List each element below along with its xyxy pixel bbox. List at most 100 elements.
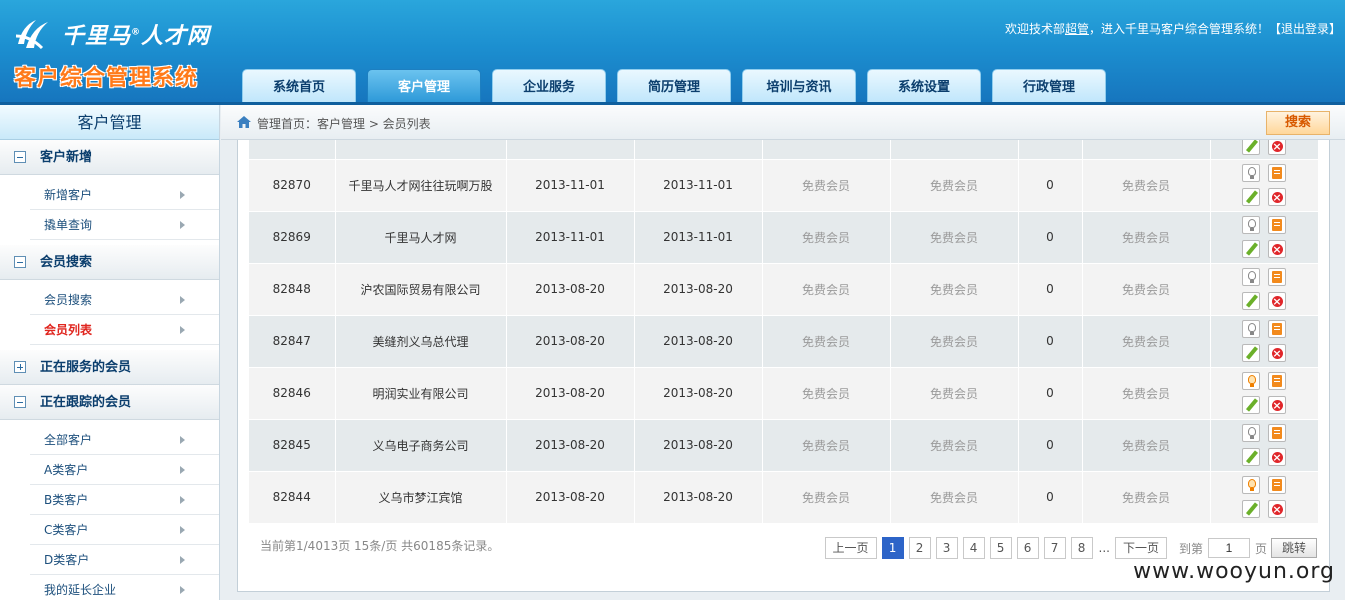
table-cell: 免费会员 <box>890 159 1019 212</box>
logo-text: 千里马®人才网 <box>62 24 211 49</box>
delete-icon[interactable] <box>1268 240 1286 258</box>
page-number-button[interactable]: 8 <box>1070 537 1093 559</box>
tab-administration[interactable]: 行政管理 <box>992 69 1106 103</box>
tab-training-news[interactable]: 培训与资讯 <box>742 69 856 103</box>
notes-icon[interactable] <box>1268 216 1286 234</box>
table-cell: 0 <box>1018 471 1083 523</box>
page-number-button[interactable]: 4 <box>962 537 985 559</box>
sidebar-item-b-customers[interactable]: B类客户 <box>30 485 219 515</box>
tab-system-settings[interactable]: 系统设置 <box>867 69 981 103</box>
tab-resume-management[interactable]: 简历管理 <box>617 69 731 103</box>
sidebar-item-d-customers[interactable]: D类客户 <box>30 545 219 575</box>
sidebar-group-member-search[interactable]: 会员搜索 <box>0 245 219 280</box>
goto-button[interactable]: 跳转 <box>1271 538 1317 558</box>
edit-icon[interactable] <box>1242 396 1260 414</box>
delete-icon[interactable] <box>1268 188 1286 206</box>
table-cell: 0 <box>1018 263 1083 316</box>
notes-icon[interactable] <box>1268 476 1286 494</box>
table-cell: 0 <box>1018 419 1083 472</box>
lightbulb-icon[interactable] <box>1242 216 1260 234</box>
sidebar-group-serving-members[interactable]: 正在服务的会员 <box>0 350 219 385</box>
table-cell: 免费会员 <box>1082 159 1211 212</box>
table-cell: 免费会员 <box>1082 471 1211 523</box>
prev-page-button[interactable]: 上一页 <box>824 537 877 559</box>
table-cell: 免费会员 <box>762 263 891 316</box>
notes-icon[interactable] <box>1268 372 1286 390</box>
table-cell: 82844 <box>249 471 336 523</box>
search-button[interactable]: 搜索 <box>1266 111 1330 135</box>
sidebar-item-c-customers[interactable]: C类客户 <box>30 515 219 545</box>
tab-enterprise-service[interactable]: 企业服务 <box>492 69 606 103</box>
edit-icon[interactable] <box>1242 448 1260 466</box>
table-cell: 82845 <box>249 419 336 472</box>
sidebar-group-add-customer[interactable]: 客户新增 <box>0 140 219 175</box>
delete-icon[interactable] <box>1268 448 1286 466</box>
edit-icon[interactable] <box>1242 344 1260 362</box>
goto-label: 到第 <box>1178 541 1203 556</box>
sidebar-item-add-customer[interactable]: 新增客户 <box>30 180 219 210</box>
sidebar-title: 客户管理 <box>0 105 219 140</box>
notes-icon[interactable] <box>1268 320 1286 338</box>
edit-icon[interactable] <box>1242 240 1260 258</box>
system-name: 客户综合管理系统 <box>14 66 199 91</box>
edit-icon[interactable] <box>1242 292 1260 310</box>
table-row: 82844 义乌市梦江宾馆 2013-08-20 2013-08-20 免费会员 免费会员… <box>249 471 1318 523</box>
sidebar-item-all-customers[interactable]: 全部客户 <box>30 425 219 455</box>
username-link[interactable]: 超管 <box>1065 22 1089 36</box>
page-number-button[interactable]: 7 <box>1043 537 1066 559</box>
home-icon[interactable] <box>237 116 251 128</box>
page-number-button[interactable]: 2 <box>908 537 931 559</box>
page-summary: 当前第1/4013页 15条/页 共60185条记录。 <box>260 539 500 553</box>
table-cell: 免费会员 <box>1082 367 1211 420</box>
table-cell: 0 <box>1018 211 1083 264</box>
lightbulb-icon[interactable] <box>1242 476 1260 494</box>
table-cell: 明润实业有限公司 <box>335 367 507 420</box>
table-cell: 免费会员 <box>762 419 891 472</box>
next-page-button[interactable]: 下一页 <box>1114 537 1167 559</box>
table-cell: 美缝剂义乌总代理 <box>335 315 507 368</box>
lightbulb-icon[interactable] <box>1242 164 1260 182</box>
notes-icon[interactable] <box>1268 164 1286 182</box>
page-number-button[interactable]: 5 <box>989 537 1012 559</box>
logo-icon <box>15 20 48 50</box>
sidebar-item-extended-companies[interactable]: 我的延长企业 <box>30 575 219 600</box>
sidebar-item-a-customers[interactable]: A类客户 <box>30 455 219 485</box>
goto-page-input[interactable] <box>1207 538 1250 558</box>
lightbulb-icon[interactable] <box>1242 320 1260 338</box>
table-cell: 义乌电子商务公司 <box>335 419 507 472</box>
tab-home[interactable]: 系统首页 <box>242 69 356 103</box>
actions-cell <box>1210 367 1318 420</box>
expand-icon <box>14 361 26 373</box>
table-cell: 免费会员 <box>890 419 1019 472</box>
table-cell: 免费会员 <box>762 315 891 368</box>
page-number-button[interactable]: 3 <box>935 537 958 559</box>
table-cell: 2013-08-20 <box>506 471 635 523</box>
table-cell: 千里马人才网 <box>335 211 507 264</box>
notes-icon[interactable] <box>1268 424 1286 442</box>
page-number-button[interactable]: 6 <box>1016 537 1039 559</box>
sidebar-group-tracking-members[interactable]: 正在跟踪的会员 <box>0 385 219 420</box>
sidebar-item-member-list[interactable]: 会员列表 <box>30 315 219 345</box>
logout-link[interactable]: 【退出登录】 <box>1269 22 1341 36</box>
delete-icon[interactable] <box>1268 140 1286 156</box>
page-number-button[interactable]: 1 <box>881 537 904 559</box>
lightbulb-icon[interactable] <box>1242 424 1260 442</box>
table-cell: 0 <box>1018 159 1083 212</box>
delete-icon[interactable] <box>1268 500 1286 518</box>
edit-icon[interactable] <box>1242 140 1260 156</box>
delete-icon[interactable] <box>1268 344 1286 362</box>
delete-icon[interactable] <box>1268 292 1286 310</box>
table-cell: 免费会员 <box>1082 211 1211 264</box>
sidebar-item-member-search[interactable]: 会员搜索 <box>30 285 219 315</box>
edit-icon[interactable] <box>1242 188 1260 206</box>
table-cell: 免费会员 <box>890 263 1019 316</box>
lightbulb-icon[interactable] <box>1242 268 1260 286</box>
sidebar: 客户管理 客户新增 新增客户 撬单查询 会员搜索 会员搜索 会员列表 正在服务的… <box>0 105 220 600</box>
sidebar-item-order-query[interactable]: 撬单查询 <box>30 210 219 240</box>
arrow-right-icon <box>180 496 185 504</box>
lightbulb-icon[interactable] <box>1242 372 1260 390</box>
delete-icon[interactable] <box>1268 396 1286 414</box>
notes-icon[interactable] <box>1268 268 1286 286</box>
edit-icon[interactable] <box>1242 500 1260 518</box>
tab-customer-management[interactable]: 客户管理 <box>367 69 481 103</box>
